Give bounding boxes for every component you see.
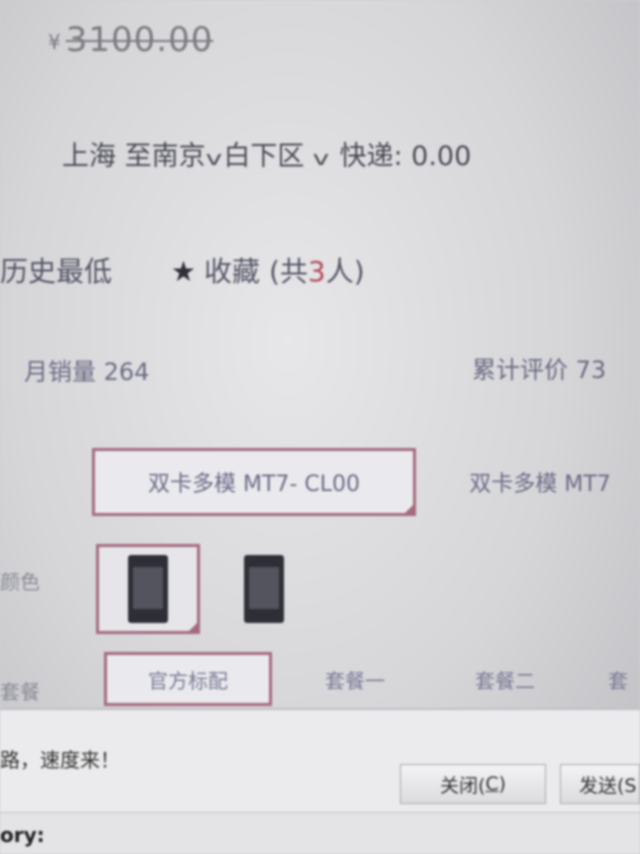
currency-symbol: ¥	[48, 29, 62, 54]
variant-option-2[interactable]: 双卡多模 MT7	[440, 448, 640, 516]
monthly-sales: 月销量 264	[24, 358, 150, 386]
variant-label: 双卡多模 MT7	[469, 472, 611, 497]
close-button[interactable]: 关闭(C)	[400, 764, 546, 804]
favorite-label[interactable]: 收藏	[204, 255, 260, 288]
send-button[interactable]: 发送(S	[560, 764, 640, 804]
chevron-down-icon[interactable]: v	[313, 146, 330, 170]
ship-city[interactable]: 南京	[152, 141, 206, 172]
package-option-label: 官方标配	[148, 668, 228, 693]
favorite-count: (共3人)	[268, 255, 365, 288]
price-value: 3100.00	[65, 20, 214, 60]
chevron-down-icon[interactable]: v	[205, 146, 222, 170]
footer-bar: ory:	[0, 812, 640, 854]
ship-to-label: 至	[124, 141, 152, 172]
package-option-4[interactable]: 套	[596, 652, 640, 706]
package-option-2[interactable]: 套餐一	[290, 652, 420, 706]
color-label: 颜色	[0, 570, 40, 594]
color-swatch-1[interactable]	[96, 544, 200, 634]
chat-message: 路，速度来！	[0, 748, 120, 772]
package-option-label: 套	[608, 668, 628, 693]
product-page: ¥3100.00 上海 至南京v白下区 v 快递: 0.00 历史最低 ★ 收藏 …	[0, 0, 640, 854]
package-label: 套餐	[0, 680, 40, 704]
variant-option-1[interactable]: 双卡多模 MT7- CL00	[92, 448, 416, 516]
price-history-link[interactable]: 历史最低	[0, 255, 112, 288]
package-option-3[interactable]: 套餐二	[440, 652, 570, 706]
phone-thumbnail	[244, 555, 284, 623]
footer-text: ory:	[0, 823, 45, 847]
ship-from: 上海	[62, 141, 116, 172]
package-option-label: 套餐一	[325, 668, 385, 693]
shipping-fee: 快递: 0.00	[339, 141, 472, 172]
review-count[interactable]: 累计评价 73	[472, 350, 606, 385]
package-option-1[interactable]: 官方标配	[104, 652, 272, 706]
shipping-row: 上海 至南京v白下区 v 快递: 0.00	[62, 134, 471, 173]
color-swatch-2[interactable]	[212, 544, 316, 634]
original-price: ¥3100.00	[48, 20, 213, 60]
history-favorite-row: 历史最低 ★ 收藏 (共3人)	[0, 250, 365, 290]
ship-district[interactable]: 白下区	[223, 141, 304, 172]
phone-thumbnail	[128, 555, 168, 623]
star-icon[interactable]: ★	[171, 255, 196, 288]
package-option-label: 套餐二	[475, 668, 535, 693]
variant-label: 双卡多模 MT7- CL00	[148, 472, 360, 497]
